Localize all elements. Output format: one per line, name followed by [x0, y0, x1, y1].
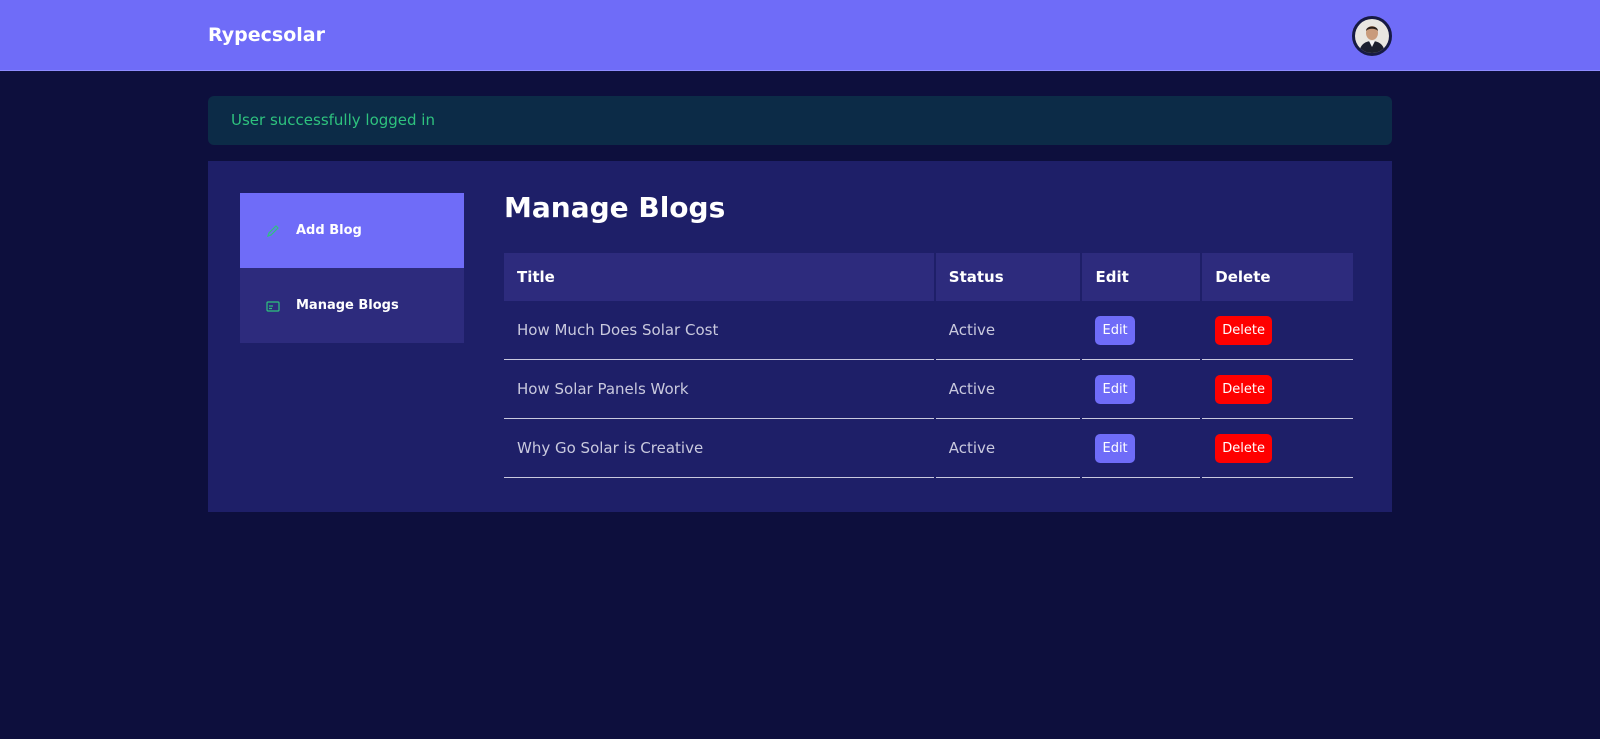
- table-row: How Much Does Solar Cost Active Edit Del…: [504, 301, 1353, 360]
- edit-cell: Edit: [1082, 360, 1201, 419]
- sidebar-item-manage-blogs[interactable]: Manage Blogs: [240, 268, 464, 343]
- column-header-title: Title: [504, 253, 934, 301]
- table-header-row: Title Status Edit Delete: [504, 253, 1353, 301]
- blog-status-cell: Active: [935, 301, 1081, 360]
- edit-button[interactable]: Edit: [1095, 315, 1135, 345]
- content-panel: Add Blog Manage Blogs Manage Blogs Title…: [208, 161, 1392, 512]
- delete-cell: Delete: [1202, 419, 1353, 478]
- delete-button[interactable]: Delete: [1215, 433, 1272, 463]
- pencil-icon: [266, 224, 280, 238]
- edit-button[interactable]: Edit: [1095, 433, 1135, 463]
- blog-title-cell: Why Go Solar is Creative: [504, 419, 934, 478]
- column-header-edit: Edit: [1082, 253, 1201, 301]
- delete-button[interactable]: Delete: [1215, 374, 1272, 404]
- column-header-delete: Delete: [1202, 253, 1353, 301]
- brand-logo[interactable]: Rypecsolar: [208, 24, 325, 46]
- avatar-image: [1355, 19, 1389, 53]
- column-header-status: Status: [935, 253, 1081, 301]
- sidebar-item-add-blog[interactable]: Add Blog: [240, 193, 464, 268]
- edit-button[interactable]: Edit: [1095, 374, 1135, 404]
- delete-button[interactable]: Delete: [1215, 315, 1272, 345]
- edit-cell: Edit: [1082, 301, 1201, 360]
- success-alert: User successfully logged in: [208, 96, 1392, 145]
- delete-cell: Delete: [1202, 301, 1353, 360]
- edit-cell: Edit: [1082, 419, 1201, 478]
- blog-title-cell: How Solar Panels Work: [504, 360, 934, 419]
- top-navbar: Rypecsolar: [0, 0, 1600, 71]
- blog-title-cell: How Much Does Solar Cost: [504, 301, 934, 360]
- blogs-table: Title Status Edit Delete How Much Does S…: [502, 253, 1355, 478]
- table-row: How Solar Panels Work Active Edit Delete: [504, 360, 1353, 419]
- table-row: Why Go Solar is Creative Active Edit Del…: [504, 419, 1353, 478]
- blog-status-cell: Active: [935, 419, 1081, 478]
- sidebar: Add Blog Manage Blogs: [240, 193, 464, 343]
- page-title: Manage Blogs: [504, 191, 726, 224]
- sidebar-item-label: Manage Blogs: [296, 298, 399, 313]
- blog-status-cell: Active: [935, 360, 1081, 419]
- sidebar-item-label: Add Blog: [296, 223, 362, 238]
- card-icon: [266, 299, 280, 313]
- delete-cell: Delete: [1202, 360, 1353, 419]
- user-avatar[interactable]: [1352, 16, 1392, 56]
- alert-message: User successfully logged in: [231, 111, 435, 129]
